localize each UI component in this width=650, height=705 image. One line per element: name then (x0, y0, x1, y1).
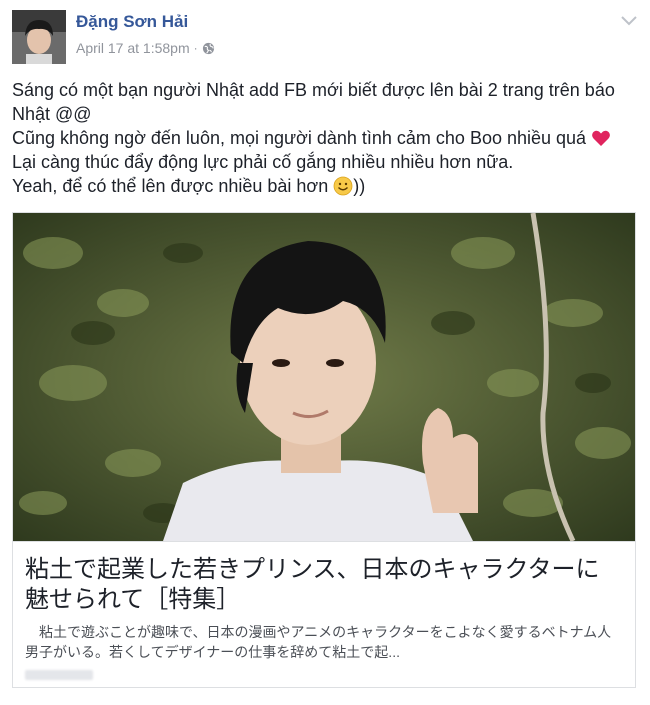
link-preview-image[interactable] (13, 213, 635, 541)
author-name[interactable]: Đặng Sơn Hải (76, 12, 188, 32)
smile-emoji-icon (333, 176, 353, 196)
globe-icon[interactable] (202, 42, 215, 55)
avatar[interactable] (12, 10, 66, 64)
link-preview-source-blurred (25, 670, 93, 680)
post-meta: April 17 at 1:58pm · (76, 40, 215, 56)
post-line-4-suffix: )) (353, 176, 366, 196)
link-preview-description: 粘土で遊ぶことが趣味で、日本の漫画やアニメのキャラクターをこよなく愛するベトナム… (25, 624, 612, 660)
facebook-post: Đặng Sơn Hải April 17 at 1:58pm · Sáng c… (0, 0, 650, 705)
chevron-down-icon[interactable] (620, 14, 638, 28)
post-line-1: Sáng có một bạn người Nhật add FB mới bi… (12, 80, 615, 124)
heart-emoji-icon (592, 130, 610, 146)
post-line-4-text: Yeah, để có thể lên được nhiều bài hơn (12, 176, 329, 196)
post-timestamp[interactable]: April 17 at 1:58pm (76, 40, 190, 56)
post-line-2-text: Cũng không ngờ đến luôn, mọi người dành … (12, 128, 587, 148)
post-line-3: Lại càng thúc đẩy động lực phải cố gắng … (12, 152, 514, 172)
link-preview-body[interactable]: 粘土で起業した若きプリンス、日本のキャラクターに魅せられて［特集］ 粘土で遊ぶこ… (13, 541, 635, 687)
link-preview-title[interactable]: 粘土で起業した若きプリンス、日本のキャラクターに魅せられて［特集］ (25, 554, 623, 614)
post-line-2: Cũng không ngờ đến luôn, mọi người dành … (12, 126, 638, 150)
post-line-4: Yeah, để có thể lên được nhiều bài hơn )… (12, 174, 638, 198)
post-text: Sáng có một bạn người Nhật add FB mới bi… (12, 78, 638, 198)
meta-separator: · (193, 41, 198, 55)
link-preview-card[interactable]: 粘土で起業した若きプリンス、日本のキャラクターに魅せられて［特集］ 粘土で遊ぶこ… (12, 212, 636, 688)
